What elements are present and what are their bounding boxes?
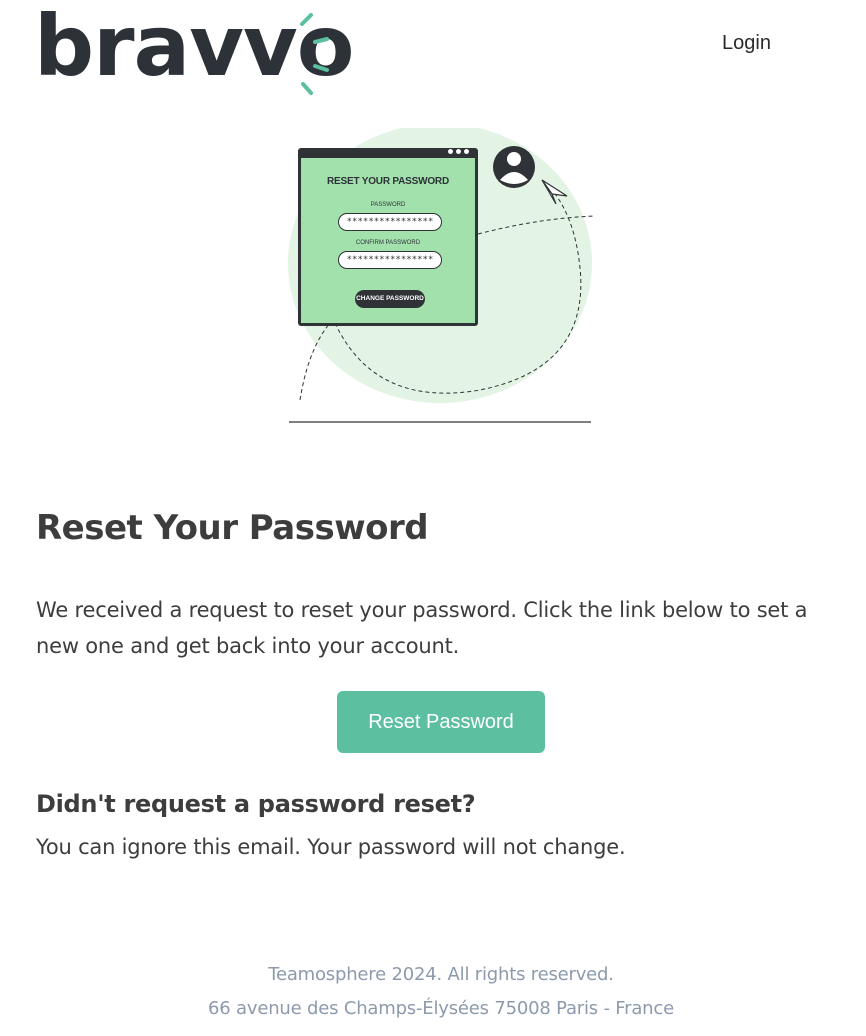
no-request-heading: Didn't request a password reset? bbox=[36, 790, 476, 818]
illustration-window: RESET YOUR PASSWORD PASSWORD ***********… bbox=[298, 148, 478, 326]
illustration-confirm-label: CONFIRM PASSWORD bbox=[355, 240, 421, 246]
reset-password-button[interactable]: Reset Password bbox=[337, 691, 545, 753]
header: bravvo Login bbox=[0, 0, 866, 110]
illustration-confirm-field: **************** bbox=[338, 251, 442, 269]
illustration-password-field: **************** bbox=[338, 213, 442, 231]
intro-text: We received a request to reset your pass… bbox=[36, 598, 808, 658]
illustration-change-button: CHANGE PASSWORD bbox=[355, 290, 425, 308]
logo-rays-icon bbox=[300, 13, 329, 95]
footer-copyright: Teamosphere 2024. All rights reserved. bbox=[268, 964, 614, 985]
footer: Teamosphere 2024. All rights reserved. 6… bbox=[0, 958, 866, 1026]
footer-address: 66 avenue des Champs-Élysées 75008 Paris… bbox=[208, 998, 674, 1019]
login-link[interactable]: Login bbox=[722, 32, 771, 55]
window-dots-icon bbox=[448, 149, 469, 154]
page-title: Reset Your Password bbox=[36, 508, 429, 548]
reset-password-illustration: RESET YOUR PASSWORD PASSWORD ***********… bbox=[280, 128, 610, 428]
illustration-title: RESET YOUR PASSWORD bbox=[327, 176, 449, 187]
bravvo-logo[interactable]: bravvo bbox=[34, 0, 354, 102]
ignore-email-text: You can ignore this email. Your password… bbox=[36, 835, 626, 859]
illustration-password-label: PASSWORD bbox=[370, 202, 406, 208]
